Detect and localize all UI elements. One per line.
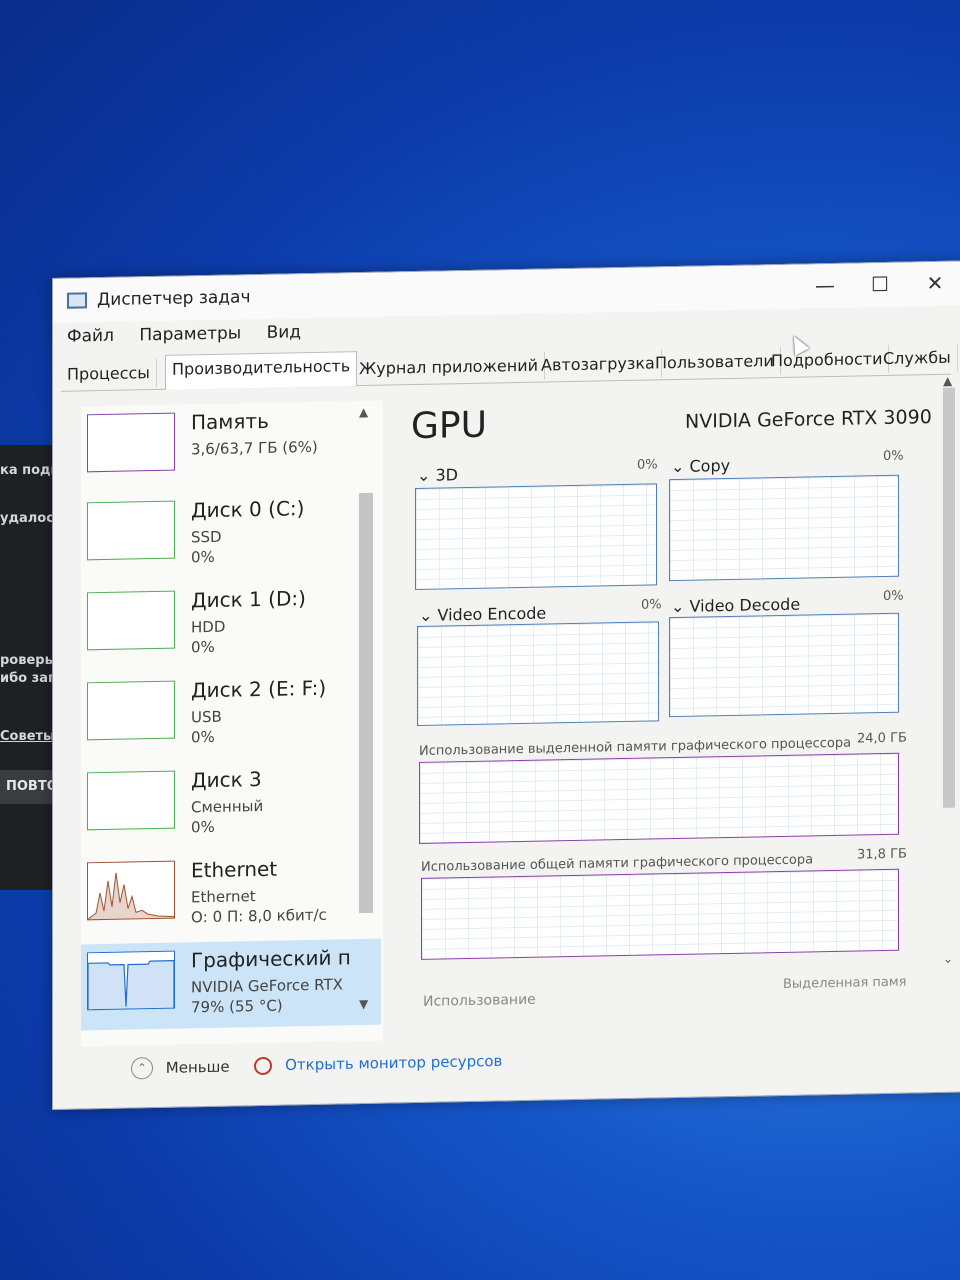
menu-view[interactable]: Вид [267,322,301,343]
sidebar-item-label: Диск 1 (D:) [191,586,306,613]
sidebar-item-label: Диск 0 (C:) [191,496,305,523]
sidebar-item-type: Ethernet [191,887,256,907]
tab-performance[interactable]: Производительность [165,351,358,390]
engine-video-decode-label[interactable]: ⌄ Video Decode [671,595,800,616]
tab-details[interactable]: Подробности [765,344,890,376]
sidebar-item-throughput: О: 0 П: 8,0 кбит/с [191,905,327,927]
sidebar-item-type: Сменный [191,796,264,817]
sidebar-item-type: SSD [191,527,222,547]
engine-video-encode-percent: 0% [641,597,662,613]
gpu-details-panel: GPU NVIDIA GeForce RTX 3090 ⌄ 3D 0% ⌄ Co… [401,390,932,1010]
engine-video-decode-percent: 0% [883,588,904,605]
resource-monitor-icon [254,1056,273,1076]
engine-video-encode-graph [417,621,659,726]
task-manager-icon [67,292,87,309]
footer-bar: ⌃ Меньше Открыть монитор ресурсов [131,1050,502,1080]
main-scrollbar-thumb[interactable] [943,387,955,808]
sidebar-item-ethernet[interactable]: Ethernet Ethernet О: 0 П: 8,0 кбит/с [81,849,381,941]
memory-mini-graph [87,412,175,473]
sidebar-item-type: HDD [191,617,226,637]
sidebar-item-gpu[interactable]: Графический п NVIDIA GeForce RTX 79% (55… [81,938,381,1031]
engine-3d-graph [415,483,657,591]
sidebar-item-label: Память [191,408,269,435]
window-title: Диспетчер задач [97,287,251,311]
disk-2-mini-graph [87,680,175,741]
disk-1-mini-graph [87,590,175,651]
gpu-model-name: NVIDIA GeForce RTX 3090 [685,406,932,433]
sidebar-item-disk-2[interactable]: Диск 2 (E: F:) USB 0% [81,669,381,761]
menu-file[interactable]: Файл [67,326,114,347]
tab-processes[interactable]: Процессы [61,358,157,389]
sidebar-item-type: USB [191,707,222,727]
chevron-up-icon[interactable]: ⌃ [131,1057,153,1080]
open-resource-monitor-link[interactable]: Открыть монитор ресурсов [285,1052,502,1074]
performance-sidebar: Память 3,6/63,7 ГБ (6%) Диск 0 (C:) SSD … [81,400,383,1047]
task-manager-window: Диспетчер задач — ☐ ✕ Файл Параметры Вид… [52,260,960,1110]
sidebar-item-usage: 0% [191,727,215,747]
sidebar-item-label: Ethernet [191,856,278,883]
shared-memory-graph [421,868,899,960]
sidebar-scroll-down-icon[interactable]: ▼ [359,997,368,1011]
sidebar-item-disk-1[interactable]: Диск 1 (D:) HDD 0% [81,579,381,671]
sidebar-item-label: Диск 3 [191,766,262,793]
maximize-button[interactable]: ☐ [858,269,902,300]
gpu-title: GPU [411,404,487,448]
gpu-mini-graph [87,950,175,1011]
main-scroll-down-icon[interactable]: ⌄ [943,952,953,966]
engine-copy-label[interactable]: ⌄ Copy [671,456,730,476]
engine-copy-graph [669,474,899,582]
engine-video-encode-label[interactable]: ⌄ Video Encode [419,604,546,625]
sidebar-scrollbar-thumb[interactable] [359,492,373,914]
disk-3-mini-graph [87,770,175,831]
minimize-button[interactable]: — [803,270,847,301]
sidebar-item-label: Графический п [191,945,351,973]
tab-users[interactable]: Пользователи [649,347,781,378]
ethernet-mini-graph [87,860,175,921]
engine-3d-label[interactable]: ⌄ 3D [417,465,458,485]
sidebar-item-model: NVIDIA GeForce RTX [191,975,343,997]
sidebar-item-usage: 0% [191,637,215,657]
dedicated-memory-max: 24,0 ГБ [857,730,907,747]
sidebar-item-disk-0[interactable]: Диск 0 (C:) SSD 0% [81,489,381,581]
close-button[interactable]: ✕ [913,268,957,299]
sidebar-item-disk-3[interactable]: Диск 3 Сменный 0% [81,759,381,851]
tab-app-history[interactable]: Журнал приложений [353,351,545,384]
main-scroll-up-icon[interactable]: ▲ [943,374,952,388]
engine-copy-percent: 0% [883,448,904,465]
menu-options[interactable]: Параметры [139,323,241,345]
fewer-details-button[interactable]: Меньше [166,1057,230,1076]
tab-startup[interactable]: Автозагрузка [535,349,662,380]
dedicated-memory-caption: Выделенная памя [783,974,907,992]
dedicated-memory-graph [419,752,899,844]
engine-video-decode-graph [669,612,899,718]
sidebar-item-memory[interactable]: Память 3,6/63,7 ГБ (6%) [81,401,381,493]
utilization-label: Использование [423,991,536,1010]
engine-3d-percent: 0% [637,457,658,473]
title-bar: Диспетчер задач — ☐ ✕ [53,261,960,323]
sidebar-item-usage: 0% [191,547,215,567]
disk-0-mini-graph [87,500,175,561]
shared-memory-max: 31,8 ГБ [857,846,907,863]
tab-services[interactable]: Службы [877,343,958,374]
sidebar-item-usage: 0% [191,817,215,837]
sidebar-item-usage: 79% (55 °C) [191,996,283,1017]
sidebar-scroll-up-icon[interactable]: ▲ [359,405,368,419]
sidebar-item-detail: 3,6/63,7 ГБ (6%) [191,437,318,459]
tab-bar: Процессы Производительность Журнал прило… [61,341,958,392]
menu-bar: Файл Параметры Вид [67,322,321,347]
sidebar-item-label: Диск 2 (E: F:) [191,675,327,703]
